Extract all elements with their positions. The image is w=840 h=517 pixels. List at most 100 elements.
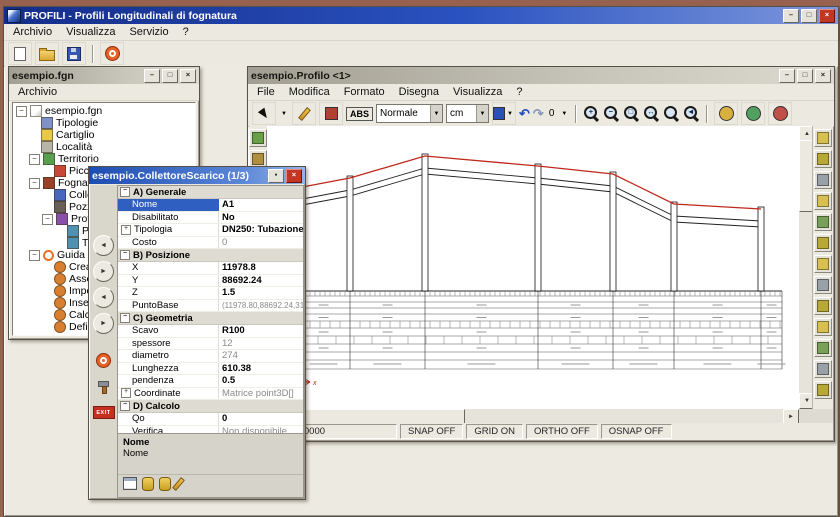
prop-row-z[interactable]: Z1.5 <box>118 287 303 300</box>
next-item-button[interactable]: ► <box>93 313 114 334</box>
tree-item-esempio-fgn[interactable]: −esempio.fgn <box>13 105 195 117</box>
zoom-extents-icon[interactable]: ↔ <box>643 105 660 122</box>
prev-item-button[interactable]: ◄ <box>93 287 114 308</box>
prop-key-qo[interactable]: Qo <box>118 413 219 425</box>
prop-value-qo[interactable]: 0 <box>219 413 303 425</box>
tree-close-button[interactable]: × <box>180 69 196 83</box>
save-data-button[interactable] <box>142 477 154 496</box>
profile-menu-disegna[interactable]: Disegna <box>392 85 446 99</box>
prop-row-lunghezza[interactable]: Lunghezza610.38 <box>118 363 303 376</box>
info-tool-button[interactable] <box>768 102 792 125</box>
profile-side-tool-1-button[interactable] <box>814 129 832 147</box>
profile-menu-file[interactable]: File <box>250 85 282 99</box>
prop-row-y[interactable]: Y88692.24 <box>118 275 303 288</box>
tools-hammer-icon[interactable] <box>97 379 111 393</box>
view-categorized-button[interactable] <box>123 477 137 495</box>
tree-expander-icon[interactable]: − <box>29 250 40 261</box>
prop-value-y[interactable]: 88692.24 <box>219 275 303 287</box>
manhole-shape[interactable] <box>422 154 428 291</box>
layers-tool-button[interactable] <box>249 129 267 147</box>
prop-row-x[interactable]: X11978.8 <box>118 262 303 275</box>
open-file-button[interactable] <box>35 42 59 65</box>
tree-expander-icon[interactable]: − <box>42 214 53 225</box>
prop-key-tipologia[interactable]: +Tipologia <box>118 224 219 236</box>
properties-tool-button[interactable] <box>319 102 343 125</box>
profile-menu-formato[interactable]: Formato <box>337 85 392 99</box>
color-picker-button[interactable]: ▼ <box>492 102 516 125</box>
prop-key-nome[interactable]: Nome <box>118 199 219 211</box>
profile-side-tool-7-button[interactable] <box>814 255 832 273</box>
profile-menu-visualizza[interactable]: Visualizza <box>446 85 509 99</box>
group-collapse-icon[interactable]: − <box>120 401 130 411</box>
prev-collector-button[interactable]: ◄ <box>93 235 114 256</box>
group-collapse-icon[interactable]: − <box>120 313 130 323</box>
ortho-toggle[interactable]: ORTHO OFF <box>526 424 598 439</box>
prop-row-disabilitato[interactable]: DisabilitatoNo <box>118 212 303 225</box>
snap-toggle[interactable]: SNAP OFF <box>400 424 463 439</box>
exit-icon[interactable]: EXIT <box>93 406 115 419</box>
tree-item-tipologie[interactable]: Tipologie <box>13 117 195 129</box>
prop-row-diametro[interactable]: diametro274 <box>118 350 303 363</box>
manhole-shape[interactable] <box>347 176 353 291</box>
prop-value-tipologia[interactable]: DN250: Tubazione 250mm <box>219 224 303 236</box>
osnap-toggle[interactable]: OSNAP OFF <box>601 424 672 439</box>
prop-row-costo[interactable]: Costo0 <box>118 237 303 250</box>
prop-value-x[interactable]: 11978.8 <box>219 262 303 274</box>
profile-minimize-button[interactable]: – <box>779 69 795 83</box>
prop-row-spessore[interactable]: spessore12 <box>118 338 303 351</box>
undo-steps-options-icon[interactable]: ▼ <box>559 111 569 117</box>
profile-side-tool-3-button[interactable] <box>814 171 832 189</box>
prop-value-z[interactable]: 1.5 <box>219 287 303 299</box>
property-titlebar[interactable]: esempio.CollettoreScarico (1/3) ▪ × <box>89 167 305 184</box>
tree-expander-icon[interactable]: − <box>29 178 40 189</box>
regen-tool-button[interactable] <box>741 102 765 125</box>
prop-key-scavo[interactable]: Scavo <box>118 325 219 337</box>
draw-tool-button[interactable] <box>292 102 316 125</box>
tree-item-territorio[interactable]: −Territorio <box>13 153 195 165</box>
profile-side-tool-12-button[interactable] <box>814 360 832 378</box>
prop-row-nome[interactable]: NomeA1 <box>118 199 303 212</box>
prop-row-puntobase[interactable]: PuntoBase(11978.80,88692.24,31.92) <box>118 300 303 313</box>
tree-item-localit[interactable]: Località <box>13 141 195 153</box>
chevron-down-icon[interactable]: ▼ <box>505 111 515 117</box>
abs-toggle-button[interactable]: ABS <box>346 107 373 121</box>
tree-item-cartiglio[interactable]: Cartiglio <box>13 129 195 141</box>
prop-key-puntobase[interactable]: PuntoBase <box>118 300 219 312</box>
prop-key-verifica[interactable]: Verifica <box>118 426 219 434</box>
profile-side-tool-8-button[interactable] <box>814 276 832 294</box>
tree-expander-icon[interactable]: − <box>16 106 27 117</box>
maximize-button[interactable]: □ <box>801 9 817 23</box>
profile-maximize-button[interactable]: □ <box>797 69 813 83</box>
grid-toggle[interactable]: GRID ON <box>466 424 523 439</box>
profile-side-tool-9-button[interactable] <box>814 297 832 315</box>
prop-value-scavo[interactable]: R100 <box>219 325 303 337</box>
next-collector-button[interactable]: ► <box>93 261 114 282</box>
profile-side-tool-5-button[interactable] <box>814 213 832 231</box>
prop-key-spessore[interactable]: spessore <box>118 338 219 350</box>
manhole-shape[interactable] <box>671 202 677 291</box>
tree-minimize-button[interactable]: – <box>144 69 160 83</box>
pan-tool-button[interactable] <box>714 102 738 125</box>
prop-value-pendenza[interactable]: 0.5 <box>219 375 303 387</box>
help-button[interactable] <box>100 42 124 65</box>
profile-side-tool-6-button[interactable] <box>814 234 832 252</box>
tree-maximize-button[interactable]: □ <box>162 69 178 83</box>
tree-expander-icon[interactable]: − <box>29 154 40 165</box>
select-tool-button[interactable] <box>252 102 276 125</box>
main-menu-help[interactable]: ? <box>176 25 196 39</box>
profile-menu-modifica[interactable]: Modifica <box>282 85 337 99</box>
prop-key-x[interactable]: X <box>118 262 219 274</box>
undo-button-icon[interactable]: ↶ <box>519 107 530 120</box>
prop-key-z[interactable]: Z <box>118 287 219 299</box>
pin-button[interactable]: ▪ <box>268 169 284 183</box>
profile-side-tool-13-button[interactable] <box>814 381 832 399</box>
main-titlebar[interactable]: PROFILI - Profili Longitudinali di fogna… <box>4 7 838 24</box>
zoom-out-icon[interactable]: − <box>603 105 620 122</box>
chevron-down-icon[interactable]: ▼ <box>476 105 488 122</box>
select-tool-options-icon[interactable]: ▼ <box>279 111 289 117</box>
prop-group-c-geometria[interactable]: −C) Geometria <box>118 312 303 325</box>
prop-value-disabilitato[interactable]: No <box>219 212 303 224</box>
prop-key-pendenza[interactable]: pendenza <box>118 375 219 387</box>
vertical-scrollbar[interactable]: ▲ ▼ <box>799 126 813 409</box>
new-file-button[interactable] <box>8 42 32 65</box>
